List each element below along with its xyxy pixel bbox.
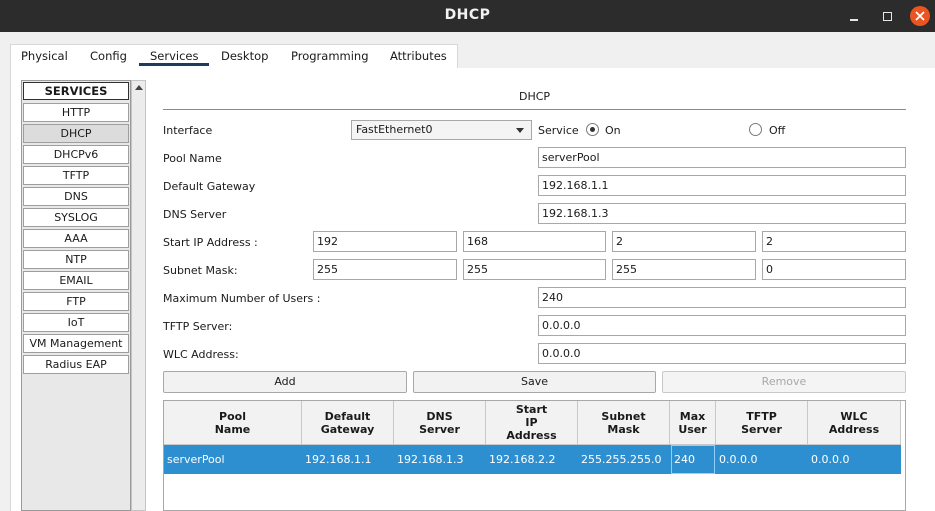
interface-dropdown[interactable]: FastEthernet0 (351, 120, 532, 140)
pool-table: Pool Name Default Gateway DNS Server Sta… (163, 400, 906, 511)
cell-pool-name: serverPool (167, 453, 225, 466)
sidebar-item-dns[interactable]: DNS (23, 187, 129, 206)
sidebar-item-http[interactable]: HTTP (23, 103, 129, 122)
sidebar-item-ntp[interactable]: NTP (23, 250, 129, 269)
sidebar-item-radius-eap[interactable]: Radius EAP (23, 355, 129, 374)
sidebar-item-dhcp[interactable]: DHCP (23, 124, 129, 143)
section-divider (163, 109, 906, 110)
subnet-mask-octet-1[interactable]: 255 (313, 259, 457, 280)
start-ip-octet-3[interactable]: 2 (612, 231, 756, 252)
sidebar-item-iot[interactable]: IoT (23, 313, 129, 332)
column-header-pool-name[interactable]: Pool Name (164, 401, 302, 445)
tab-config[interactable]: Config (90, 49, 127, 63)
dns-server-label: DNS Server (163, 208, 227, 221)
maximize-icon[interactable] (877, 6, 897, 26)
window-title: DHCP (444, 7, 491, 23)
section-title: DHCP (518, 90, 551, 103)
service-off-label: Off (769, 124, 786, 137)
services-scrollbar[interactable] (131, 80, 146, 511)
tftp-server-label: TFTP Server: (163, 320, 233, 333)
start-ip-octet-1[interactable]: 192 (313, 231, 457, 252)
sidebar-item-tftp[interactable]: TFTP (23, 166, 129, 185)
tab-physical[interactable]: Physical (21, 49, 68, 63)
minimize-icon[interactable] (844, 6, 864, 26)
remove-button[interactable]: Remove (662, 371, 906, 393)
interface-value: FastEthernet0 (356, 123, 433, 136)
default-gateway-label: Default Gateway (163, 180, 256, 193)
start-ip-octet-4[interactable]: 2 (762, 231, 906, 252)
sidebar-item-ftp[interactable]: FTP (23, 292, 129, 311)
start-ip-label: Start IP Address : (163, 236, 258, 249)
column-header-wlc-address[interactable]: WLC Address (808, 401, 901, 445)
close-icon[interactable] (910, 6, 930, 26)
tab-attributes[interactable]: Attributes (390, 49, 447, 63)
tab-programming[interactable]: Programming (291, 49, 369, 63)
pool-name-input[interactable]: serverPool (538, 147, 906, 168)
tab-services[interactable]: Services (150, 49, 199, 63)
save-button[interactable]: Save (413, 371, 656, 393)
table-row[interactable]: serverPool 192.168.1.1 192.168.1.3 192.1… (164, 445, 901, 474)
subnet-mask-octet-2[interactable]: 255 (463, 259, 606, 280)
sidebar-item-email[interactable]: EMAIL (23, 271, 129, 290)
cell-subnet-mask: 255.255.255.0 (581, 453, 662, 466)
scroll-up-arrow-icon[interactable] (135, 85, 143, 90)
column-header-max-user[interactable]: Max User (670, 401, 716, 445)
sidebar-item-aaa[interactable]: AAA (23, 229, 129, 248)
cell-start-ip: 192.168.2.2 (489, 453, 556, 466)
column-header-default-gateway[interactable]: Default Gateway (302, 401, 394, 445)
service-on-radio[interactable] (586, 123, 599, 136)
title-bar: DHCP (0, 0, 935, 32)
pool-name-label: Pool Name (163, 152, 222, 165)
max-users-label: Maximum Number of Users : (163, 292, 321, 305)
column-header-start-ip[interactable]: Start IP Address (486, 401, 578, 445)
service-label: Service (538, 124, 579, 137)
sidebar-item-vm-management[interactable]: VM Management (23, 334, 129, 353)
cell-dns-server: 192.168.1.3 (397, 453, 464, 466)
interface-label: Interface (163, 124, 213, 137)
cell-tftp-server: 0.0.0.0 (719, 453, 758, 466)
max-users-input[interactable]: 240 (538, 287, 906, 308)
column-header-subnet-mask[interactable]: Subnet Mask (578, 401, 670, 445)
wlc-address-input[interactable]: 0.0.0.0 (538, 343, 906, 364)
sidebar-item-dhcpv6[interactable]: DHCPv6 (23, 145, 129, 164)
tab-desktop[interactable]: Desktop (221, 49, 268, 63)
subnet-mask-label: Subnet Mask: (163, 264, 238, 277)
active-tab-indicator (139, 63, 209, 66)
cell-wlc-address: 0.0.0.0 (811, 453, 850, 466)
column-header-tftp-server[interactable]: TFTP Server (716, 401, 808, 445)
subnet-mask-octet-4[interactable]: 0 (762, 259, 906, 280)
add-button[interactable]: Add (163, 371, 407, 393)
dns-server-input[interactable]: 192.168.1.3 (538, 203, 906, 224)
subnet-mask-octet-3[interactable]: 255 (612, 259, 756, 280)
column-header-dns-server[interactable]: DNS Server (394, 401, 486, 445)
sidebar-item-syslog[interactable]: SYSLOG (23, 208, 129, 227)
start-ip-octet-2[interactable]: 168 (463, 231, 606, 252)
service-on-label: On (605, 124, 621, 137)
cell-default-gateway: 192.168.1.1 (305, 453, 372, 466)
cell-max-user[interactable]: 240 (671, 445, 715, 474)
chevron-down-icon (516, 128, 524, 133)
tftp-server-input[interactable]: 0.0.0.0 (538, 315, 906, 336)
service-off-radio[interactable] (749, 123, 762, 136)
wlc-address-label: WLC Address: (163, 348, 239, 361)
services-header: SERVICES (23, 82, 129, 100)
default-gateway-input[interactable]: 192.168.1.1 (538, 175, 906, 196)
